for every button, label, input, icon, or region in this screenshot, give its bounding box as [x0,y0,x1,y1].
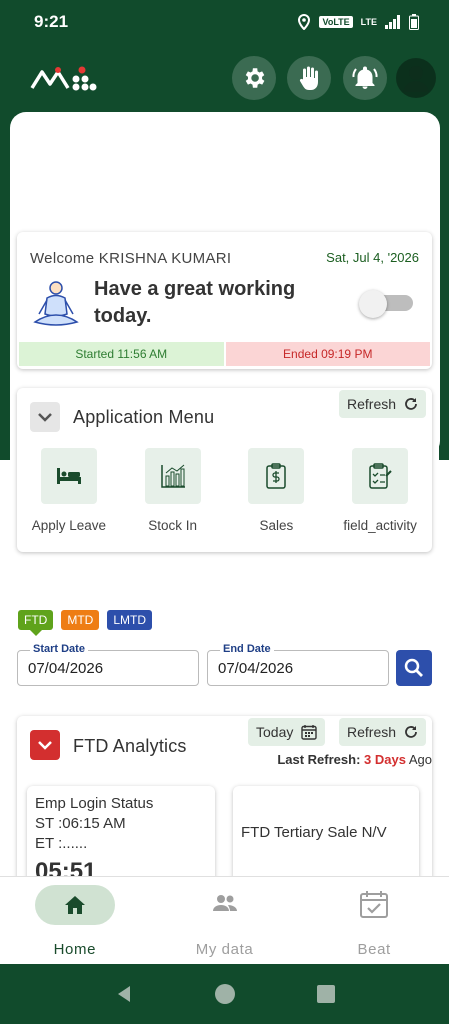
hand-icon [299,66,318,90]
calendar-check-icon [360,891,389,918]
welcome-card: Welcome KRISHNA KUMARI Sat, Jul 4, '2026… [17,232,432,369]
application-menu-card: Application Menu Refresh Apply Leave Sto… [17,388,432,552]
start-date-value: 07/04/2026 [28,660,104,677]
bottom-navigation: Home My data Beat [0,876,449,964]
emp-login-end: ET :...... [35,835,88,852]
status-bar: 9:21 VoLTE LTE [0,0,449,44]
tab-mtd[interactable]: MTD [61,610,100,630]
nav-home-indicator [35,885,115,925]
refresh-icon [405,398,417,410]
checklist-icon [352,448,409,504]
tab-ftd[interactable]: FTD [18,610,54,636]
bed-icon [40,448,97,504]
ftd-collapse-button[interactable] [30,730,60,760]
app-menu-items: Apply Leave Stock In Sales field_activit… [17,448,432,533]
menu-item-sales[interactable]: Sales [225,448,329,533]
menu-label: Sales [259,518,294,533]
status-time: 9:21 [34,12,69,31]
ftd-analytics-card: FTD Analytics Today Refresh Last Refresh… [17,716,432,886]
last-refresh-suffix: Ago [408,752,432,767]
nav-my-data[interactable]: My data [150,877,300,964]
shift-timings: Started 11:56 AM Ended 09:19 PM [19,342,430,366]
search-icon [404,658,423,677]
meditation-figure-icon [33,281,79,326]
refresh-label: Refresh [347,724,397,740]
tertiary-sale-title: FTD Tertiary Sale N/V [241,824,387,841]
menu-label: Apply Leave [31,518,107,533]
tab-lmtd[interactable]: LMTD [107,610,152,630]
tertiary-sale-card[interactable]: FTD Tertiary Sale N/V [233,786,419,886]
last-refresh-label: Last Refresh: [277,752,361,767]
chevron-down-icon [38,741,52,750]
ftd-title: FTD Analytics [73,736,187,756]
recents-icon[interactable] [316,984,336,1004]
nav-my-data-label: My data [195,941,254,958]
menu-label: Stock In [148,518,198,533]
start-date-label: Start Date [30,643,88,655]
back-icon[interactable] [114,984,134,1004]
location-icon [298,14,311,30]
calendar-icon [301,725,318,740]
app-top-bar [0,52,449,104]
menu-item-stock-in[interactable]: Stock In [121,448,225,533]
menu-item-field-activity[interactable]: field_activity [328,448,432,533]
settings-button[interactable] [232,56,276,100]
shift-started: Started 11:56 AM [19,342,224,366]
clipboard-icon [248,448,305,504]
last-refresh-days: 3 Days [364,752,406,767]
end-date-field[interactable]: End Date 07/04/2026 [207,643,389,686]
notifications-button[interactable] [343,56,387,100]
period-tabs: FTD MTD LMTD [18,610,152,636]
app-menu-title: Application Menu [73,407,215,427]
bell-ringing-icon [352,66,378,89]
app-menu-refresh-button[interactable]: Refresh [339,390,427,418]
volte-indicator: VoLTE [319,16,353,28]
end-date-label: End Date [220,643,274,655]
bar-chart-icon [144,448,201,504]
today-label: Today [256,724,294,740]
nav-home[interactable]: Home [0,877,150,964]
emp-login-start: ST :06:15 AM [35,815,126,832]
people-icon [212,895,237,911]
ftd-refresh-button[interactable]: Refresh [339,718,427,746]
last-refresh-info: Last Refresh: 3 Days Ago [277,752,432,767]
refresh-icon [405,726,417,738]
menu-item-apply-leave[interactable]: Apply Leave [17,448,121,533]
avatar-icon [403,66,429,92]
nav-beat-label: Beat [357,941,391,958]
end-date-value: 07/04/2026 [218,660,294,677]
today-button[interactable]: Today [248,718,326,746]
signal-icon [385,15,400,29]
welcome-text: Welcome KRISHNA KUMARI [30,250,232,267]
attendance-button[interactable] [287,56,331,100]
nav-beat[interactable]: Beat [299,877,449,964]
start-date-field[interactable]: Start Date 07/04/2026 [17,643,199,686]
emp-login-title: Emp Login Status [35,795,154,812]
nav-home-label: Home [53,941,97,958]
lte-indicator: LTE [360,17,377,27]
current-date: Sat, Jul 4, '2026 [326,250,419,265]
system-navigation-bar [0,964,449,1024]
app-logo [30,66,97,91]
battery-icon [409,14,419,30]
greeting-message: Have a great working today. [94,278,296,327]
shift-ended: Ended 09:19 PM [225,342,430,366]
emp-login-status-card[interactable]: Emp Login Status ST :06:15 AM ET :......… [27,786,215,886]
duty-toggle[interactable] [359,290,415,318]
toggle-knob [359,290,387,318]
app-menu-collapse-button[interactable] [30,402,60,432]
gear-icon [245,68,265,88]
search-button[interactable] [396,650,432,686]
refresh-label: Refresh [347,396,397,412]
home-icon [65,896,85,914]
home-circle-icon[interactable] [214,983,236,1005]
menu-label: field_activity [343,518,417,533]
chevron-down-icon [38,413,52,422]
profile-button[interactable] [396,58,436,98]
